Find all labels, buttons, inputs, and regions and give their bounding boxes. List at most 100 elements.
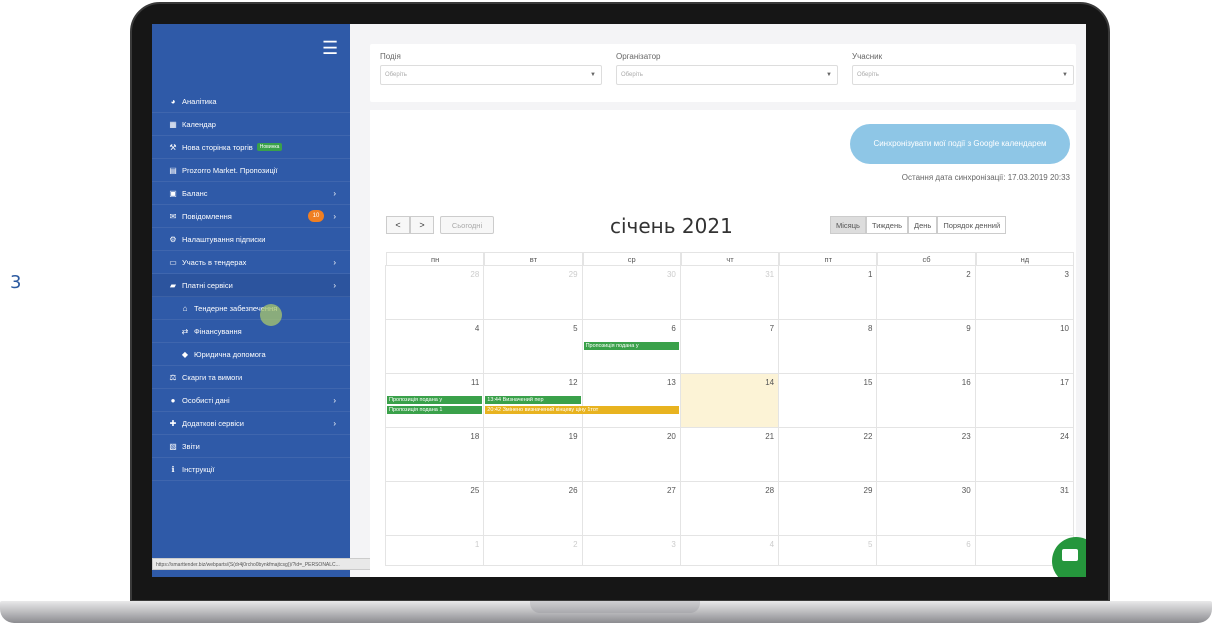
calendar-day[interactable]: 16 [876, 373, 976, 428]
calendar-day[interactable]: 24 [974, 427, 1074, 482]
menu-icon[interactable]: ☰ [322, 38, 338, 59]
calendar-day[interactable]: 8 [778, 319, 878, 374]
envelope-icon: ✉ [169, 211, 177, 221]
graduation-icon: ◆ [181, 349, 189, 359]
next-month-button[interactable]: > [410, 216, 434, 234]
filter-group: Учасник Оберіть ▼ [852, 52, 1074, 85]
calendar-day[interactable]: 19 [483, 427, 583, 482]
calendar-panel: Синхронізувати мої події з Google календ… [370, 110, 1076, 577]
calendar-day[interactable]: 4 [679, 535, 780, 566]
briefcase-icon: ▰ [169, 280, 177, 290]
filter-select[interactable]: Оберіть ▼ [852, 65, 1074, 85]
calendar-day[interactable]: 26 [483, 481, 583, 536]
calendar-day[interactable]: 27 [581, 481, 681, 536]
sidebar-item[interactable]: ℹ Інструкції [152, 458, 350, 481]
day-number: 1 [474, 540, 480, 549]
sidebar-item[interactable]: ⚒ Нова сторінка торгів Новинка [152, 136, 350, 159]
sidebar-item-label: Інструкції [182, 464, 215, 474]
sidebar-item[interactable]: ✉ Повідомлення 10 › [152, 205, 350, 228]
calendar-day[interactable]: 3 [974, 265, 1074, 320]
sidebar-item[interactable]: ⇄ Фінансування [152, 320, 350, 343]
calendar-event[interactable]: Пропозиція подана у [387, 396, 483, 404]
sidebar-nav: ◕ Аналітика ▦ Календар ⚒ Нова сторінка торгів… [152, 90, 350, 481]
calendar-day[interactable]: 25 [385, 481, 485, 536]
sidebar-item-label: Платні сервіси [182, 280, 233, 290]
folder-icon: ▭ [169, 257, 177, 267]
calendar-day[interactable]: 29 [483, 265, 583, 320]
calendar-day[interactable]: 1 [385, 535, 485, 566]
filters-bar: Подія Оберіть ▼ Організатор Оберіть ▼ Учасник О… [370, 44, 1076, 102]
calendar-day[interactable]: 29 [778, 481, 878, 536]
calendar-day[interactable]: 2 [876, 265, 976, 320]
sidebar-item[interactable]: ▦ Календар [152, 113, 350, 136]
today-button[interactable]: Сьогодні [440, 216, 494, 234]
day-number: 29 [863, 486, 873, 495]
sidebar-item[interactable]: ▧ Звіти [152, 435, 350, 458]
sidebar-item[interactable]: ⌂ Тендерне забезпечення [152, 297, 350, 320]
google-sync-button[interactable]: Синхронізувати мої події з Google календ… [850, 124, 1070, 164]
sidebar-item[interactable]: ◕ Аналітика [152, 90, 350, 113]
calendar-day[interactable]: 30 [581, 265, 681, 320]
view-button[interactable]: День [908, 216, 938, 234]
day-number: 16 [961, 378, 971, 387]
calendar-day[interactable]: 14 [679, 373, 780, 428]
weekday-label: пт [779, 252, 878, 266]
day-number: 15 [863, 378, 873, 387]
calendar-day[interactable]: 28 [385, 265, 485, 320]
calendar-day[interactable]: 6 Пропозиція подана у [581, 319, 681, 374]
sidebar-item[interactable]: ▭ Участь в тендерах › [152, 251, 350, 274]
chevron-right-icon: › [333, 211, 336, 221]
calendar-week: 18 19 20 21 22 23 24 [385, 427, 1074, 482]
calendar-day[interactable]: 22 [778, 427, 878, 482]
calendar-day[interactable]: 21 [679, 427, 780, 482]
sidebar-item[interactable]: ✚ Додаткові сервіси › [152, 412, 350, 435]
calendar-day[interactable]: 31 [974, 481, 1074, 536]
view-button[interactable]: Тиждень [865, 216, 908, 234]
calendar-day[interactable]: 12 13:44 Визначений пер 20:42 Змінено визн… [483, 373, 679, 428]
calendar-day[interactable]: 1 [778, 265, 878, 320]
view-button[interactable]: Місяць [830, 216, 866, 234]
day-number: 7 [769, 324, 775, 333]
calendar-day[interactable]: 3 [581, 535, 681, 566]
calendar-day[interactable]: 13 [581, 373, 681, 428]
day-number: 13 [666, 378, 676, 387]
sidebar-item[interactable]: ▣ Баланс › [152, 182, 350, 205]
calendar-day[interactable]: 9 [876, 319, 976, 374]
day-number: 24 [1060, 432, 1069, 441]
calendar-day[interactable]: 2 [483, 535, 583, 566]
calendar-day[interactable]: 30 [876, 481, 976, 536]
view-button[interactable]: Порядок денний [937, 216, 1007, 234]
sidebar-item[interactable]: ▤ Prozorro Market. Пропозиції [152, 159, 350, 182]
calendar-day[interactable]: 5 [483, 319, 583, 374]
calendar-day[interactable]: 17 [974, 373, 1074, 428]
sidebar-item[interactable]: ⚖ Скарги та вимоги [152, 366, 350, 389]
calendar-day[interactable]: 7 [679, 319, 780, 374]
sidebar-item[interactable]: ⚙ Налаштування підписки [152, 228, 350, 251]
calendar-day[interactable]: 15 [778, 373, 878, 428]
calendar-day[interactable]: 31 [679, 265, 780, 320]
sidebar-item[interactable]: ▰ Платні сервіси › [152, 274, 350, 297]
sidebar-item[interactable]: ● Особисті дані › [152, 389, 350, 412]
calendar-event[interactable]: 13:44 Визначений пер [485, 396, 581, 404]
chevron-down-icon: ▼ [590, 72, 596, 78]
calendar-day[interactable]: 4 [385, 319, 485, 374]
calendar-event[interactable]: 20:42 Змінено визначений кінцеву ціну 1т… [485, 406, 679, 414]
calendar-day[interactable]: 23 [876, 427, 976, 482]
day-number: 8 [867, 324, 873, 333]
filter-select[interactable]: Оберіть ▼ [380, 65, 602, 85]
sidebar-item[interactable]: ◆ Юридична допомога [152, 343, 350, 366]
sidebar-item-label: Додаткові сервіси [182, 418, 244, 428]
new-badge: Новинка [256, 143, 283, 151]
calendar-day[interactable]: 5 [778, 535, 878, 566]
calendar-day[interactable]: 10 [974, 319, 1074, 374]
day-number: 22 [863, 432, 873, 441]
filter-select[interactable]: Оберіть ▼ [616, 65, 838, 85]
calendar-day[interactable]: 18 [385, 427, 485, 482]
calendar-event[interactable]: Пропозиція подана 1 [387, 406, 483, 414]
prev-month-button[interactable]: < [386, 216, 410, 234]
calendar-day[interactable]: 6 [876, 535, 976, 566]
calendar-day[interactable]: 11 Пропозиція подана у Пропозиція подана 1 [385, 373, 485, 428]
calendar-day[interactable]: 28 [679, 481, 780, 536]
calendar-day[interactable]: 20 [581, 427, 681, 482]
calendar-event[interactable]: Пропозиція подана у [583, 342, 679, 350]
